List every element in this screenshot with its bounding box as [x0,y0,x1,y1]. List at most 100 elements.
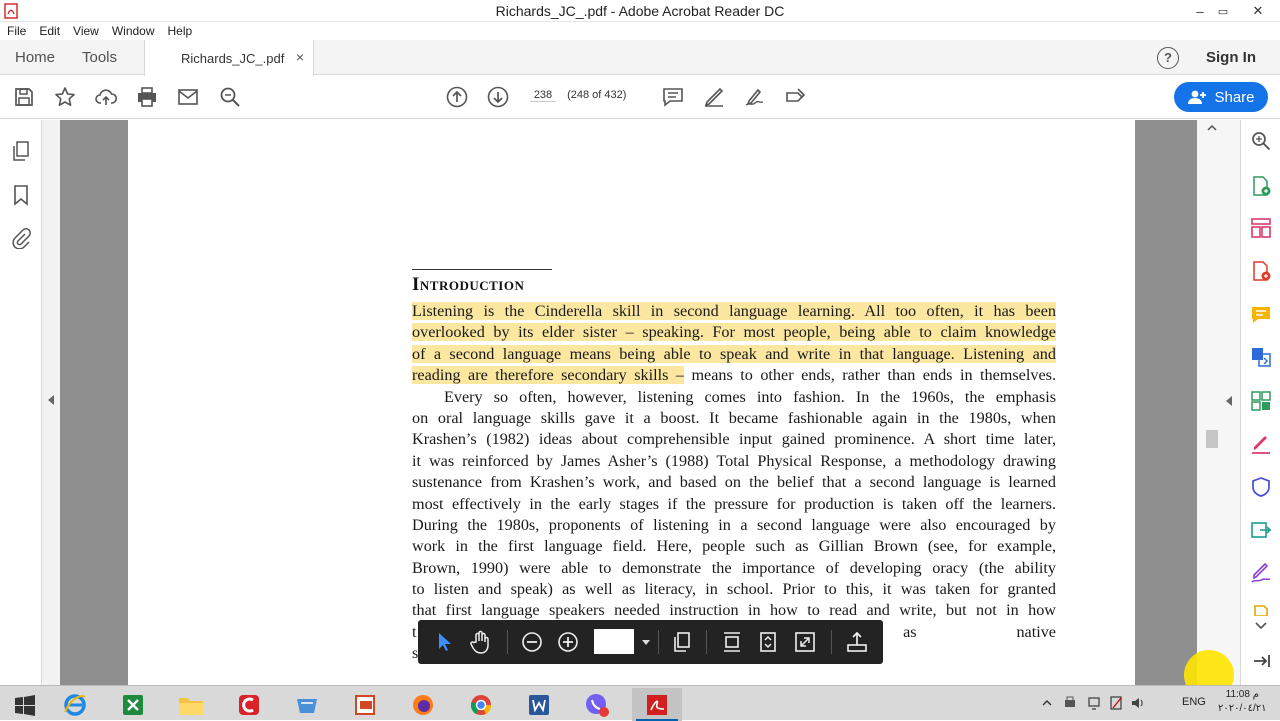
fill-sign-tag-icon[interactable] [784,85,808,109]
show-hidden-icons-chevron[interactable] [1042,699,1052,707]
clock-date: ٢٠٢٠/٠٤/٢١ [1218,703,1267,714]
tab-close-icon[interactable]: × [296,49,304,65]
scrolling-mode-icon[interactable] [720,630,744,654]
text-line: Every so often, however, listening comes… [412,387,1056,408]
text-segment: means to other ends, rather than ends in… [683,366,1056,385]
bookmark-star-icon[interactable] [53,85,77,109]
enhance-scans-icon[interactable] [1250,390,1272,412]
restore-button[interactable]: ▭ [1208,0,1238,22]
text-line: sustenance from Krashen’s work, and base… [412,472,1056,493]
printer-tray-icon[interactable] [1063,695,1077,711]
search-icon[interactable] [218,85,242,109]
fill-and-sign-icon[interactable] [1250,433,1272,455]
text-line: Brown, 1990) were able to demonstrate th… [412,558,1056,579]
network-tray-icon[interactable] [1086,695,1102,711]
email-icon[interactable] [176,85,200,109]
battery-tray-icon[interactable] [1108,695,1124,711]
system-clock[interactable]: 11:08 م ٢٠٢٠/٠٤/٢١ [1218,688,1267,716]
menu-edit[interactable]: Edit [39,24,60,38]
upload-cloud-icon[interactable] [94,85,118,109]
menu-help[interactable]: Help [168,24,193,38]
previous-page-icon[interactable] [445,85,469,109]
close-window-button[interactable]: ✕ [1236,0,1280,22]
text-line: reading are therefore secondary skills –… [412,365,1056,386]
taskbar-firefox[interactable] [398,688,448,721]
zoom-search-icon[interactable] [1250,130,1272,152]
heading-rule [412,269,552,270]
taskbar-app-blue[interactable] [282,688,332,721]
bookmarks-icon[interactable] [10,184,32,206]
text-segment: Every so often, however, listening comes… [444,387,1056,406]
collapse-right-panel-icon[interactable] [1226,396,1232,406]
help-icon[interactable]: ? [1157,47,1179,69]
text-segment: Krashen’s (1982) ideas about comprehensi… [412,430,1056,449]
taskbar-internet-explorer[interactable] [50,688,100,721]
text-line: Listening is the Cinderella skill in sec… [412,301,1056,322]
blue-app-icon [297,698,317,713]
page-view-icon[interactable] [670,630,694,654]
taskbar-app-red[interactable] [224,688,274,721]
zoom-level-input[interactable] [594,629,634,654]
text-segment: on oral language skills gave it a boost.… [412,408,1056,427]
toolbar-separator [658,630,659,654]
taskbar-excel[interactable] [108,688,158,721]
taskbar-word[interactable] [514,688,564,721]
expand-tools-chevron-icon[interactable] [1250,620,1272,632]
close-icon: ✕ [1252,3,1264,18]
highlighted-text: overlooked by its elder sister – speakin… [412,323,1056,342]
start-button[interactable] [0,688,50,721]
create-pdf-icon[interactable] [1250,260,1272,282]
comment-icon[interactable] [661,85,685,109]
share-button[interactable]: Share [1174,82,1268,112]
protect-shield-icon[interactable] [1250,476,1272,498]
menu-window[interactable]: Window [112,24,155,38]
next-page-icon[interactable] [486,85,510,109]
text-segment: Brown, 1990) were able to demonstrate th… [412,558,1056,577]
volume-tray-icon[interactable] [1130,695,1146,711]
send-for-review-icon[interactable] [1250,519,1272,541]
highlight-pen-icon[interactable] [702,85,726,109]
comment-tool-icon[interactable] [1250,304,1272,326]
request-signature-icon[interactable] [1250,562,1272,584]
convert-pdf-icon[interactable] [1250,346,1272,368]
taskbar-presentation-app[interactable] [340,688,390,721]
hand-pan-icon[interactable] [468,630,492,654]
sign-icon[interactable] [743,85,767,109]
select-pointer-icon[interactable] [432,630,456,654]
print-icon[interactable] [135,85,159,109]
zoom-dropdown-caret-icon[interactable] [642,640,650,645]
share-upload-icon[interactable] [845,630,869,654]
collapse-tools-pane-icon[interactable] [1250,650,1272,672]
highlighted-text: Listening is the Cinderella skill in sec… [412,302,1056,320]
taskbar-file-explorer[interactable] [166,688,216,721]
more-tools-icon[interactable] [1250,604,1272,616]
tab-home[interactable]: Home [15,49,55,66]
attachments-paperclip-icon[interactable] [10,227,32,249]
save-icon[interactable] [12,85,36,109]
internet-explorer-icon [64,693,86,716]
text-line: it was reinforced by James Asher’s (1988… [412,451,1056,472]
tab-tools[interactable]: Tools [82,49,117,66]
page-thumbnails-icon[interactable] [10,140,32,162]
sign-in-link[interactable]: Sign In [1206,49,1256,66]
menu-file[interactable]: File [7,24,26,38]
taskbar-viber[interactable] [572,688,622,721]
organize-pages-icon[interactable] [1250,217,1272,239]
full-screen-icon[interactable] [793,630,817,654]
export-pdf-icon[interactable] [1250,175,1272,197]
page-number-input[interactable]: 238 [530,89,556,102]
vertical-scrollbar[interactable] [1197,120,1240,685]
menu-view[interactable]: View [73,24,99,38]
input-language-indicator[interactable]: ENG [1182,696,1206,708]
title-bar: Richards_JC_.pdf - Adobe Acrobat Reader … [0,0,1280,22]
zoom-in-icon[interactable] [556,630,580,654]
fit-page-icon[interactable] [756,630,780,654]
tab-document[interactable]: Richards_JC_.pdf × [144,40,314,76]
scrollbar-thumb[interactable] [1206,430,1218,448]
taskbar-chrome[interactable] [456,688,506,721]
expand-left-panel-icon[interactable] [48,395,54,405]
taskbar-acrobat-reader[interactable] [632,688,682,721]
zoom-out-icon[interactable] [520,630,544,654]
scroll-up-icon[interactable] [1206,123,1218,133]
file-explorer-icon [179,697,203,715]
